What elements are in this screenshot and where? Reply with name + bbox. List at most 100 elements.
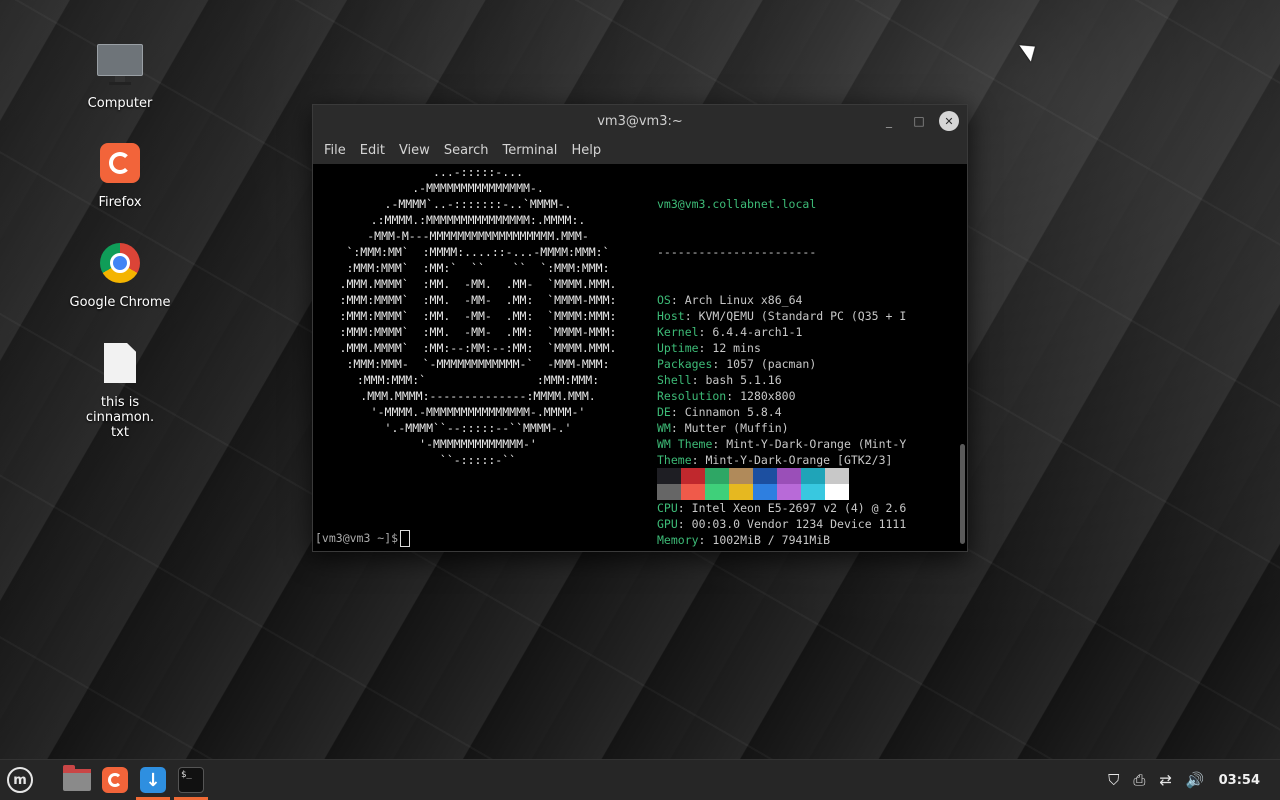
taskbar-files[interactable] bbox=[58, 760, 96, 800]
desktop-icon-text-file[interactable]: this is cinnamon. txt bbox=[65, 340, 175, 440]
host-header: vm3@vm3.collabnet.local bbox=[657, 197, 817, 211]
color-swatch bbox=[753, 484, 777, 500]
terminal-titlebar[interactable]: vm3@vm3:~ _ □ ✕ bbox=[313, 105, 967, 137]
logo-line: .MMM.MMMM` :MM. -MM. .MM- `MMMM.MMM. bbox=[339, 277, 617, 291]
taskbar-firefox[interactable] bbox=[96, 760, 134, 800]
info-key: GPU bbox=[657, 517, 678, 531]
info-row: CPU: Intel Xeon E5-2697 v2 (4) @ 2.6 bbox=[657, 501, 907, 515]
logo-line: ...-:::::-... bbox=[432, 165, 523, 179]
volume-icon[interactable]: 🔊 bbox=[1186, 771, 1205, 789]
start-menu-button[interactable]: m bbox=[0, 760, 40, 800]
firefox-icon bbox=[97, 143, 143, 189]
maximize-button[interactable]: □ bbox=[909, 111, 929, 131]
info-key: Kernel bbox=[657, 325, 699, 339]
color-swatch bbox=[657, 484, 681, 500]
minimize-button[interactable]: _ bbox=[879, 111, 899, 131]
info-value: bash 5.1.16 bbox=[705, 373, 782, 387]
info-key: WM Theme bbox=[657, 437, 713, 451]
desktop-icon-computer[interactable]: Computer bbox=[65, 40, 175, 111]
info-row: Resolution: 1280x800 bbox=[657, 389, 796, 403]
color-swatch bbox=[705, 468, 729, 484]
menu-terminal[interactable]: Terminal bbox=[495, 143, 564, 158]
info-key: Uptime bbox=[657, 341, 699, 355]
logo-line: :MMM:MMM` :MM:` `` `` `:MMM:MMM: bbox=[346, 261, 610, 275]
info-key: Resolution bbox=[657, 389, 727, 403]
desktop-icon-label: this is cinnamon. txt bbox=[85, 395, 155, 440]
info-key: Host bbox=[657, 309, 685, 323]
logo-line: .-MMMMMMMMMMMMMMM-. bbox=[412, 181, 544, 195]
text-cursor bbox=[400, 530, 411, 547]
desktop-icon-firefox[interactable]: Firefox bbox=[65, 140, 175, 210]
info-value: Mint-Y-Dark-Orange [GTK2/3] bbox=[705, 453, 893, 467]
desktop-icon-chrome[interactable]: Google Chrome bbox=[65, 240, 175, 310]
scrollbar[interactable] bbox=[960, 444, 965, 544]
color-swatch bbox=[681, 468, 705, 484]
close-button[interactable]: ✕ bbox=[939, 111, 959, 131]
separator-line: ----------------------- bbox=[657, 245, 817, 259]
taskbar-update-manager[interactable]: ↓ bbox=[134, 760, 172, 800]
system-tray: ⛉ ⎙ ⇄ 🔊 03:54 bbox=[1108, 771, 1280, 789]
info-key: Memory bbox=[657, 533, 699, 547]
logo-line: .-MMMM`..-:::::::-..`MMMM-. bbox=[384, 197, 572, 211]
logo-line: .MMM.MMMM` :MM:--:MM:--:MM: `MMMM.MMM. bbox=[339, 341, 617, 355]
color-swatch bbox=[681, 484, 705, 500]
color-swatch bbox=[825, 484, 849, 500]
color-swatch bbox=[777, 484, 801, 500]
network-icon[interactable]: ⇄ bbox=[1159, 771, 1172, 789]
color-palette bbox=[657, 468, 849, 500]
text-file-icon bbox=[97, 343, 143, 389]
color-swatch bbox=[801, 468, 825, 484]
terminal-output[interactable]: ...-:::::-....-MMMMMMMMMMMMMMM-..-MMMM`.… bbox=[313, 164, 967, 550]
taskbar-terminal[interactable]: $_ bbox=[172, 760, 210, 800]
info-row: OS: Arch Linux x86_64 bbox=[657, 293, 803, 307]
mint-logo-icon: m bbox=[7, 767, 33, 793]
color-swatch bbox=[825, 468, 849, 484]
logo-line: '-MMMM.-MMMMMMMMMMMMMMM-.MMMM-' bbox=[370, 405, 586, 419]
menu-view[interactable]: View bbox=[392, 143, 437, 158]
window-title: vm3@vm3:~ bbox=[597, 113, 683, 129]
menu-edit[interactable]: Edit bbox=[353, 143, 392, 158]
menu-search[interactable]: Search bbox=[437, 143, 496, 158]
info-value: Mutter (Muffin) bbox=[684, 421, 789, 435]
logo-line: '.-MMMM``--:::::--``MMMM-.' bbox=[384, 421, 572, 435]
color-swatch bbox=[729, 484, 753, 500]
logo-line: :MMM:MMM:` :MMM:MMM: bbox=[356, 373, 600, 387]
info-key: Theme bbox=[657, 453, 692, 467]
computer-icon bbox=[97, 44, 143, 90]
firefox-icon bbox=[102, 767, 128, 793]
chrome-icon bbox=[97, 243, 143, 289]
logo-line: :MMM:MMMM` :MM. -MM- .MM: `MMMM-MMM: bbox=[339, 325, 617, 339]
info-row: Packages: 1057 (pacman) bbox=[657, 357, 817, 371]
info-value: 12 mins bbox=[712, 341, 761, 355]
logo-line: :MMM:MMMM` :MM. -MM- .MM: `MMMM-MMM: bbox=[339, 293, 617, 307]
desktop-icon-label: Computer bbox=[87, 96, 153, 111]
info-key: Packages bbox=[657, 357, 713, 371]
shield-icon[interactable]: ⛉ bbox=[1108, 771, 1119, 789]
logo-line: '-MMMMMMMMMMMMM-' bbox=[419, 437, 537, 451]
menu-file[interactable]: File bbox=[317, 143, 353, 158]
clock[interactable]: 03:54 bbox=[1219, 773, 1260, 788]
desktop-icon-label: Google Chrome bbox=[69, 295, 171, 310]
update-manager-icon: ↓ bbox=[140, 767, 166, 793]
shell-prompt[interactable]: [vm3@vm3 ~]$ bbox=[315, 530, 411, 547]
logo-line: -MMM-M---MMMMMMMMMMMMMMMMMM.MMM- bbox=[367, 229, 589, 243]
info-value: 6.4.4-arch1-1 bbox=[712, 325, 803, 339]
info-row: GPU: 00:03.0 Vendor 1234 Device 1111 bbox=[657, 517, 907, 531]
info-value: Arch Linux x86_64 bbox=[684, 293, 803, 307]
color-swatch bbox=[777, 468, 801, 484]
info-value: 00:03.0 Vendor 1234 Device 1111 bbox=[691, 517, 907, 531]
info-value: 1002MiB / 7941MiB bbox=[712, 533, 831, 547]
color-swatch bbox=[801, 484, 825, 500]
logo-line: :MMM:MMMM` :MM. -MM- .MM: `MMMM:MMM: bbox=[339, 309, 617, 323]
info-key: Shell bbox=[657, 373, 692, 387]
info-value: Cinnamon 5.8.4 bbox=[684, 405, 782, 419]
info-row: WM: Mutter (Muffin) bbox=[657, 421, 789, 435]
info-key: WM bbox=[657, 421, 671, 435]
logo-line: .MMM.MMMM:--------------:MMMM.MMM. bbox=[360, 389, 596, 403]
logo-line: ``-:::::-`` bbox=[439, 453, 517, 467]
printer-icon[interactable]: ⎙ bbox=[1133, 771, 1145, 789]
info-key: DE bbox=[657, 405, 671, 419]
menu-help[interactable]: Help bbox=[564, 143, 608, 158]
desktop-icon-label: Firefox bbox=[98, 195, 142, 210]
terminal-window[interactable]: vm3@vm3:~ _ □ ✕ File Edit View Search Te… bbox=[312, 104, 968, 552]
